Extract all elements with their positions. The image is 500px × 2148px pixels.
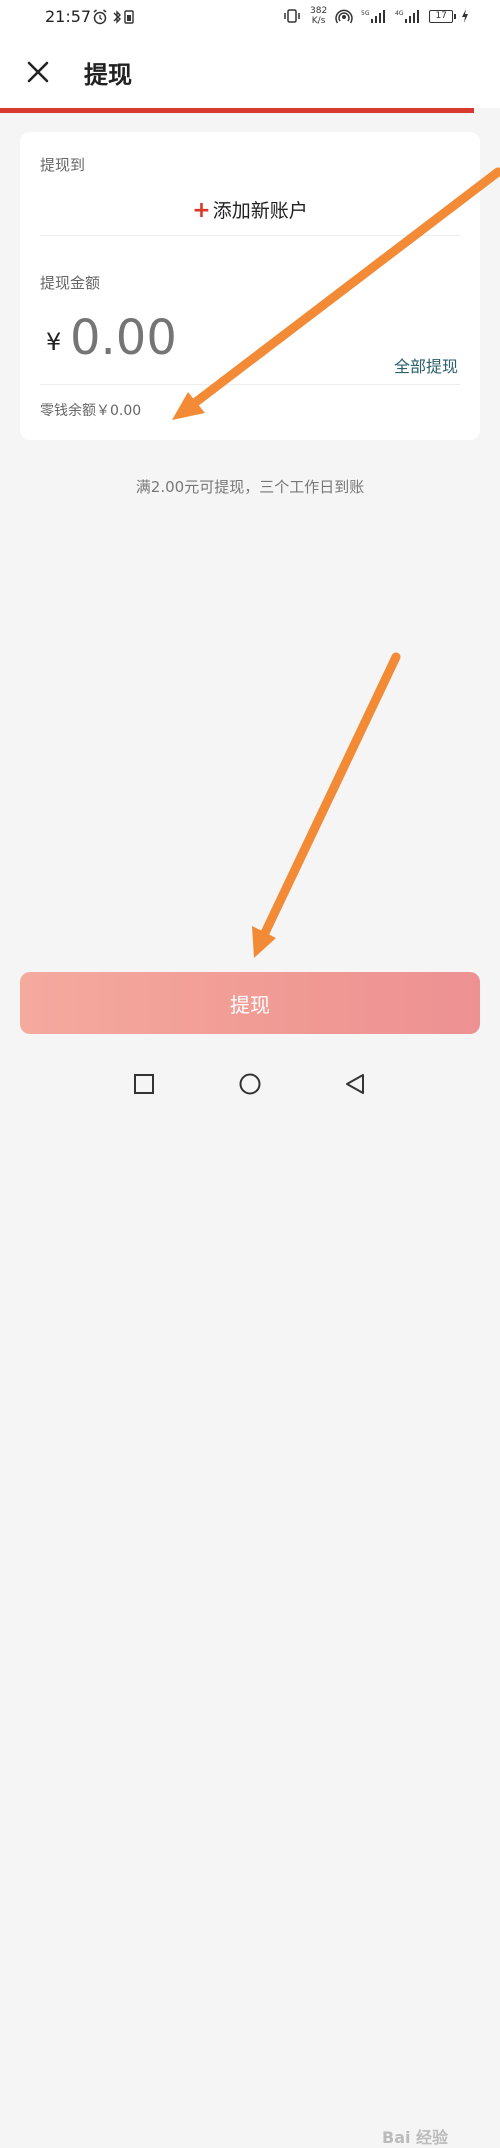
plus-icon: + [192, 198, 211, 223]
back-icon[interactable] [344, 1073, 366, 1095]
watermark-logo: Bai 经验 [382, 2128, 449, 2147]
svg-text:4G: 4G [395, 10, 404, 17]
vibrate-icon [284, 9, 300, 23]
amount-label: 提现金额 [40, 274, 101, 292]
charging-icon [462, 9, 469, 23]
signal-4g-icon: 4G [395, 10, 420, 23]
alarm-icon [93, 9, 107, 25]
currency-symbol: ¥ [46, 328, 62, 356]
recent-apps-icon[interactable] [133, 1073, 155, 1095]
withdraw-all-link[interactable]: 全部提现 [394, 353, 458, 377]
status-time: 21:57 [45, 7, 92, 26]
page-title: 提现 [84, 61, 132, 89]
add-account-button[interactable]: + 添加新账户 [20, 196, 480, 223]
arrow-icon [252, 652, 401, 958]
hotspot-icon [335, 9, 353, 24]
header-accent-line [0, 108, 474, 113]
divider [40, 384, 460, 385]
withdraw-card: 提现到 +添加新账户 提现金额 ¥ 全部提现 零钱余额￥0.00 [20, 132, 480, 440]
svg-text:5G: 5G [361, 10, 370, 17]
status-bar: 21:57 382 K/s 5G 4G 17 [0, 0, 500, 36]
system-nav-bar: Bai 经验 [0, 1056, 500, 2147]
app-header: 提现 [0, 36, 500, 108]
signal-5g-icon: 5G [361, 10, 386, 23]
bluetooth-battery-icon [113, 10, 134, 24]
balance-text: 零钱余额￥0.00 [40, 403, 142, 419]
network-speed: 382 K/s [310, 6, 328, 26]
withdraw-submit-button[interactable]: 提现 [20, 972, 480, 1034]
amount-input[interactable] [70, 310, 330, 366]
add-account-label: 添加新账户 [212, 200, 308, 222]
battery-icon: 17 [429, 9, 457, 23]
divider [40, 235, 460, 236]
withdraw-to-label: 提现到 [40, 156, 86, 174]
withdraw-tip: 满2.00元可提现，三个工作日到账 [135, 478, 365, 496]
home-icon[interactable] [239, 1073, 261, 1095]
close-icon[interactable] [26, 60, 50, 84]
